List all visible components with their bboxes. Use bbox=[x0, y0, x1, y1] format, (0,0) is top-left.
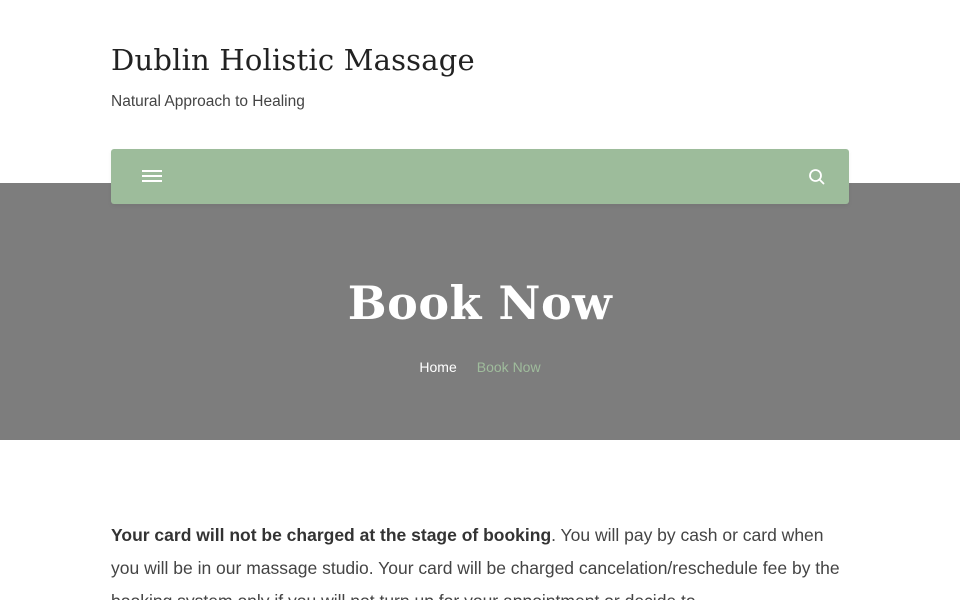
search-icon-graphic bbox=[809, 169, 825, 185]
booking-info-paragraph: Your card will not be charged at the sta… bbox=[111, 519, 851, 600]
site-header: Dublin Holistic Massage Natural Approach… bbox=[111, 40, 475, 112]
site-tagline: Natural Approach to Healing bbox=[111, 93, 305, 110]
breadcrumb-current: Book Now bbox=[476, 359, 541, 375]
page-title: Book Now bbox=[347, 276, 613, 330]
breadcrumb-home-link[interactable]: Home bbox=[419, 359, 456, 375]
site-title[interactable]: Dublin Holistic Massage bbox=[111, 40, 475, 80]
search-icon[interactable] bbox=[807, 167, 827, 187]
menu-line bbox=[142, 175, 162, 177]
menu-line bbox=[142, 180, 162, 182]
menu-line bbox=[142, 170, 162, 172]
hamburger-menu-icon[interactable] bbox=[142, 168, 162, 184]
breadcrumb: Home Book Now bbox=[0, 358, 960, 376]
booking-info-bold-lead: Your card will not be charged at the sta… bbox=[111, 525, 552, 545]
main-navigation-bar bbox=[111, 149, 849, 204]
page: Dublin Holistic Massage Natural Approach… bbox=[0, 0, 960, 600]
